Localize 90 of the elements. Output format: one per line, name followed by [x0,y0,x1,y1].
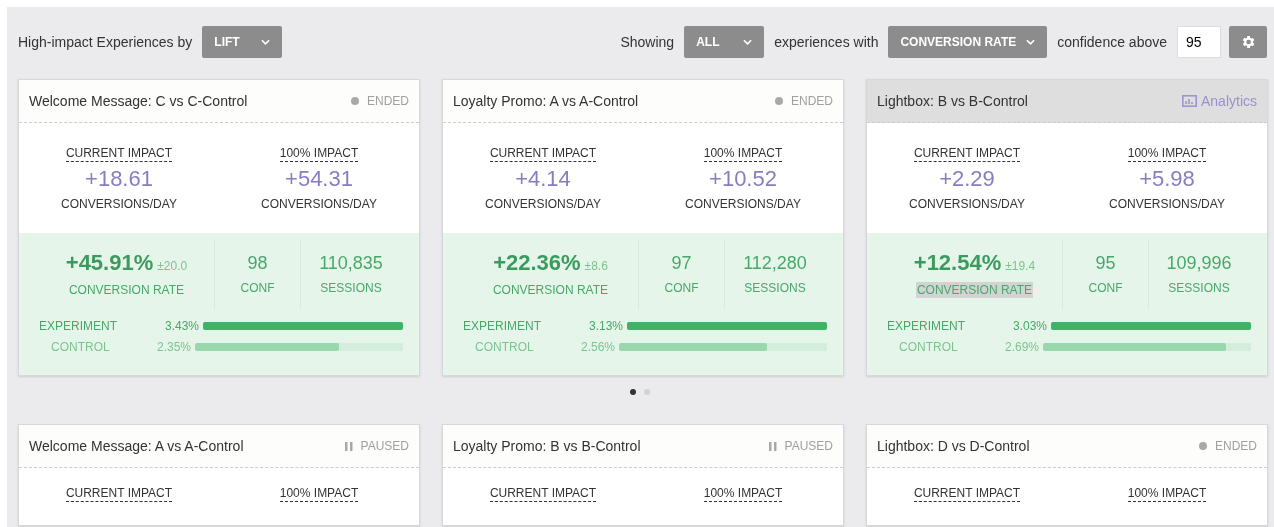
lift-value: +12.54% [913,250,1002,276]
card-title: Lightbox: D vs D-Control [877,438,1030,454]
dot-icon [1199,442,1207,450]
experiences-with-label: experiences with [774,34,879,50]
showing-dropdown[interactable]: ALL [684,26,765,58]
bar-value: 3.03% [1011,318,1047,333]
status-text: PAUSED [784,439,833,453]
bar-value: 2.69% [1003,339,1039,354]
metric-label: SESSIONS [1167,279,1231,296]
impact-label: CURRENT IMPACT [913,145,1021,162]
caret-icon [1026,39,1036,45]
margin-value: ±19.4 [1005,259,1036,273]
page-dot[interactable] [643,389,650,395]
bar-value: 3.13% [587,318,623,333]
impact-label: 100% IMPACT [279,145,359,162]
card-title: Lightbox: B vs B-Control [877,93,1028,109]
caret-icon [261,39,271,45]
metric-label: CONVERSION RATE [915,282,1034,298]
bar-label: EXPERIMENT [887,318,966,333]
showing-label: Showing [620,34,675,50]
impact-value: +2.29 [939,165,995,192]
chart-icon [1181,95,1197,107]
caret-icon [743,39,753,45]
impact-value: +54.31 [285,165,353,192]
impact-value: +10.52 [709,165,777,192]
impact-unit: CONVERSIONS/DAY [909,196,1025,211]
status-text: ENDED [791,94,833,108]
settings-button[interactable] [1229,26,1267,58]
impact-unit: CONVERSIONS/DAY [685,196,801,211]
metric-dropdown[interactable]: CONVERSION RATE [888,26,1048,58]
metric-label: CONF [239,279,276,296]
bar-label: CONTROL [50,339,111,354]
impact-unit: CONVERSIONS/DAY [1109,196,1225,211]
metric-label: CONF [663,279,700,296]
impact-label: CURRENT IMPACT [913,486,1021,502]
status-text: ENDED [1215,439,1257,453]
pause-icon [344,441,353,451]
bar-label: CONTROL [898,339,959,354]
impact-label: 100% IMPACT [703,145,783,162]
sessions-value: 109,996 [1166,252,1232,274]
impact-label: CURRENT IMPACT [65,486,173,502]
bar-label: EXPERIMENT [463,318,542,333]
card-title: Loyalty Promo: A vs A-Control [453,93,639,109]
impact-label: CURRENT IMPACT [489,145,597,162]
impact-value: +18.61 [85,165,153,192]
margin-value: ±8.6 [584,259,608,273]
sessions-value: 110,835 [319,252,383,274]
impact-label: 100% IMPACT [703,486,783,502]
card-title: Welcome Message: C vs C-Control [29,93,248,109]
bar-label: EXPERIMENT [39,318,118,333]
impact-label: CURRENT IMPACT [489,486,597,502]
card-title: Loyalty Promo: B vs B-Control [453,438,641,454]
bar-value: 3.43% [163,318,199,333]
bar-value: 2.35% [155,339,191,354]
card-title: Welcome Message: A vs A-Control [29,438,244,454]
impact-value: +5.98 [1139,165,1195,192]
lift-value: +22.36% [493,250,581,276]
bar-label: CONTROL [474,339,535,354]
status-text: ENDED [367,94,409,108]
confidence-value: 97 [671,252,692,274]
impact-unit: CONVERSIONS/DAY [61,196,177,211]
metric-label: SESSIONS [319,279,383,296]
page-dot[interactable] [629,389,636,395]
impact-label: 100% IMPACT [1127,145,1207,162]
impact-unit: CONVERSIONS/DAY [261,196,377,211]
sort-dropdown[interactable]: LIFT [202,26,283,58]
confidence-label: confidence above [1057,34,1167,50]
impact-label: 100% IMPACT [1127,486,1207,502]
metric-label: CONVERSION RATE [491,282,610,298]
metric-label: SESSIONS [743,279,807,296]
metric-label: CONVERSION RATE [67,282,186,298]
confidence-input[interactable]: 95 [1177,26,1221,58]
bar-value: 2.56% [579,339,615,354]
lift-value: +45.91% [65,250,154,276]
confidence-value: 95 [1095,252,1116,274]
impact-unit: CONVERSIONS/DAY [485,196,601,211]
margin-value: ±20.0 [157,259,188,273]
status-text: PAUSED [360,439,409,453]
impact-label: CURRENT IMPACT [65,145,173,162]
settings-icon [1240,34,1256,50]
analytics-link[interactable]: Analytics [1181,93,1257,109]
confidence-value: 98 [247,252,268,274]
impact-label: 100% IMPACT [279,486,359,502]
pause-icon [768,441,777,451]
dot-icon [351,97,359,105]
toolbar-title: High-impact Experiences by [18,34,193,50]
impact-value: +4.14 [515,165,571,192]
sessions-value: 112,280 [743,252,807,274]
metric-label: CONF [1087,279,1124,296]
dot-icon [775,97,783,105]
